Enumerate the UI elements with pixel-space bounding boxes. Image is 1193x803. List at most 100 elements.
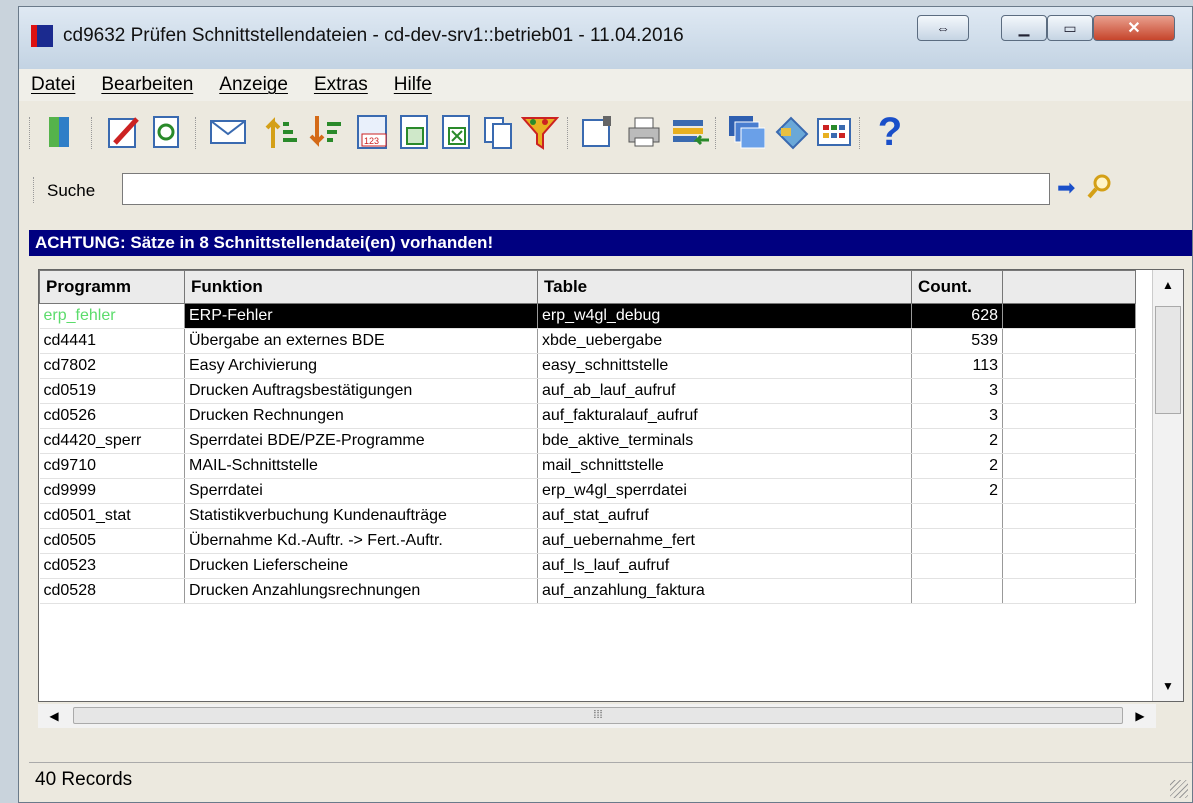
search-input[interactable] — [122, 173, 1050, 205]
cell-programm: cd0501_stat — [39, 503, 185, 529]
cell-count: 3 — [911, 378, 1003, 404]
app-icon — [31, 25, 53, 47]
toolbar-separator — [715, 117, 718, 149]
maximize-button[interactable]: ▭ — [1047, 15, 1093, 41]
table-row[interactable]: cd0528 Drucken Anzahlungsrechnungen auf_… — [39, 578, 1136, 604]
magnifier-icon[interactable] — [1087, 173, 1113, 206]
refresh-icon[interactable] — [147, 113, 185, 151]
table-row[interactable]: cd0523 Drucken Lieferscheine auf_ls_lauf… — [39, 553, 1136, 579]
cell-funktion: Easy Archivierung — [184, 353, 538, 379]
cell-empty — [1002, 528, 1136, 554]
menu-datei[interactable]: Datei — [31, 74, 75, 96]
sort-ascending-icon[interactable] — [265, 113, 303, 151]
cell-empty — [1002, 428, 1136, 454]
menu-hilfe[interactable]: Hilfe — [394, 74, 432, 96]
resize-grip-icon[interactable] — [1170, 780, 1188, 798]
cell-funktion: Übernahme Kd.-Auftr. -> Fert.-Auftr. — [184, 528, 538, 554]
scroll-up-icon[interactable]: ▲ — [1153, 270, 1183, 300]
go-arrow-icon[interactable]: ➡ — [1057, 175, 1075, 201]
help-icon[interactable]: ? — [871, 112, 909, 152]
cell-programm: cd4420_sperr — [39, 428, 185, 454]
title-bar[interactable]: cd9632 Prüfen Schnittstellendateien - cd… — [19, 7, 1192, 69]
table-row[interactable]: cd9710 MAIL-Schnittstelle mail_schnittst… — [39, 453, 1136, 479]
cell-empty — [1002, 453, 1136, 479]
menu-bearbeiten[interactable]: Bearbeiten — [101, 74, 193, 96]
cell-count — [911, 528, 1003, 554]
cell-table: easy_schnittstelle — [537, 353, 912, 379]
restore-size-button[interactable]: ⇔ — [917, 15, 969, 41]
filter-icon[interactable] — [521, 113, 559, 151]
cell-count: 2 — [911, 453, 1003, 479]
cell-funktion: Sperrdatei BDE/PZE-Programme — [184, 428, 538, 454]
cell-programm: cd0519 — [39, 378, 185, 404]
toolbar-separator — [195, 117, 198, 149]
cell-empty — [1002, 353, 1136, 379]
record-count: 40 Records — [35, 769, 133, 790]
transfer-icon[interactable] — [671, 113, 709, 151]
table-row[interactable]: cd0505 Übernahme Kd.-Auftr. -> Fert.-Auf… — [39, 528, 1136, 554]
cell-programm: cd0505 — [39, 528, 185, 554]
horizontal-scroll-thumb[interactable]: ⁞⁞⁞ — [73, 707, 1123, 724]
cell-table: auf_ls_lauf_aufruf — [537, 553, 912, 579]
print-icon[interactable] — [625, 113, 663, 151]
table-row[interactable]: cd4441 Übergabe an externes BDE xbde_ueb… — [39, 328, 1136, 354]
column-header-funktion[interactable]: Funktion — [184, 270, 538, 304]
cell-programm: cd0528 — [39, 578, 185, 604]
grid-icon[interactable] — [815, 113, 853, 151]
copy-icon[interactable] — [479, 113, 517, 151]
table-row[interactable]: cd0526 Drucken Rechnungen auf_fakturalau… — [39, 403, 1136, 429]
cell-table: auf_anzahlung_faktura — [537, 578, 912, 604]
cell-table: bde_aktive_terminals — [537, 428, 912, 454]
cell-funktion: Drucken Lieferscheine — [184, 553, 538, 579]
window-title: cd9632 Prüfen Schnittstellendateien - cd… — [63, 25, 684, 46]
cell-programm: erp_fehler — [39, 303, 185, 329]
records-grid: Programm Funktion Table Count. erp_fehle… — [38, 269, 1184, 702]
cell-table: mail_schnittstelle — [537, 453, 912, 479]
cell-funktion: Statistikverbuchung Kundenaufträge — [184, 503, 538, 529]
export-icon[interactable] — [395, 113, 433, 151]
close-button[interactable]: ✕ — [1093, 15, 1175, 41]
table-row[interactable]: cd7802 Easy Archivierung easy_schnittste… — [39, 353, 1136, 379]
tag-icon[interactable] — [773, 113, 811, 151]
table-header-row: Programm Funktion Table Count. — [39, 270, 1136, 304]
table-row[interactable]: cd0519 Drucken Auftragsbestätigungen auf… — [39, 378, 1136, 404]
number-format-icon[interactable]: 123 — [353, 113, 391, 151]
menu-anzeige[interactable]: Anzeige — [219, 74, 288, 96]
windows-icon[interactable] — [727, 113, 765, 151]
cell-funktion: Sperrdatei — [184, 478, 538, 504]
table-row[interactable]: cd9999 Sperrdatei erp_w4gl_sperrdatei 2 — [39, 478, 1136, 504]
scroll-right-icon[interactable]: ▶ — [1128, 701, 1152, 731]
exit-icon[interactable] — [41, 113, 79, 151]
edit-icon[interactable] — [105, 113, 143, 151]
cell-programm: cd0526 — [39, 403, 185, 429]
column-header-count[interactable]: Count. — [911, 270, 1003, 304]
properties-icon[interactable] — [579, 113, 617, 151]
table-row[interactable]: cd0501_stat Statistikverbuchung Kundenau… — [39, 503, 1136, 529]
column-header-table[interactable]: Table — [537, 270, 912, 304]
table-row[interactable]: cd4420_sperr Sperrdatei BDE/PZE-Programm… — [39, 428, 1136, 454]
toolbar-separator — [29, 117, 32, 149]
cell-empty — [1002, 578, 1136, 604]
toolbar: 123 ? — [19, 103, 1192, 165]
vertical-scroll-thumb[interactable] — [1155, 306, 1181, 414]
cell-empty — [1002, 328, 1136, 354]
scroll-down-icon[interactable]: ▼ — [1153, 671, 1183, 701]
table-row[interactable]: erp_fehler ERP-Fehler erp_w4gl_debug 628 — [39, 303, 1136, 329]
menu-extras[interactable]: Extras — [314, 74, 368, 96]
cell-programm: cd4441 — [39, 328, 185, 354]
sort-descending-icon[interactable] — [309, 113, 347, 151]
horizontal-scrollbar[interactable]: ◀ ⁞⁞⁞ ▶ — [38, 704, 1156, 728]
cell-programm: cd9710 — [39, 453, 185, 479]
vertical-scrollbar[interactable]: ▲ ▼ — [1152, 270, 1183, 701]
column-header-programm[interactable]: Programm — [39, 270, 185, 304]
minimize-button[interactable]: ▁ — [1001, 15, 1047, 41]
minimize-icon: ▁ — [1018, 19, 1030, 36]
scroll-left-icon[interactable]: ◀ — [42, 701, 66, 731]
excel-export-icon[interactable] — [437, 113, 475, 151]
column-header-empty — [1002, 270, 1136, 304]
cell-count: 628 — [911, 303, 1003, 329]
mail-icon[interactable] — [209, 113, 247, 151]
toolbar-separator — [91, 117, 94, 149]
cell-funktion: Übergabe an externes BDE — [184, 328, 538, 354]
cell-count — [911, 503, 1003, 529]
